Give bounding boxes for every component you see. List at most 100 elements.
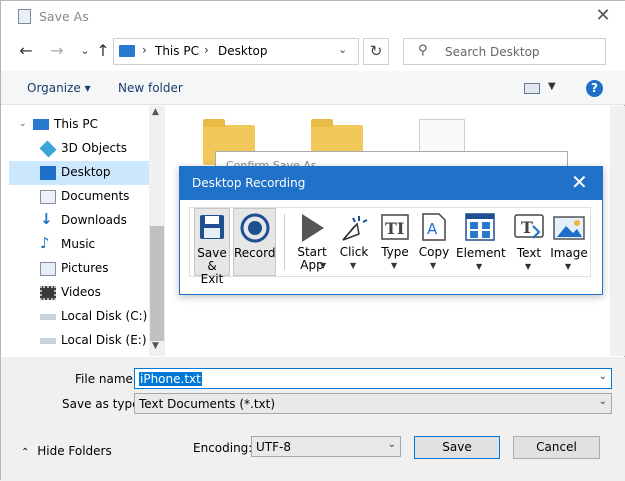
music-icon: ♪ (40, 234, 50, 252)
record-icon (240, 213, 269, 243)
notepad-icon (18, 9, 31, 24)
dropdown-arrow-icon[interactable]: ▼ (476, 262, 482, 271)
sidebar-item-3d-objects[interactable]: 3D Objects (9, 137, 149, 161)
type-button[interactable]: TI Type ▼ (377, 208, 413, 276)
expand-chevron-icon[interactable]: ⌄ (19, 119, 27, 129)
click-label: Click (339, 245, 369, 259)
copy-text-icon: A (422, 213, 446, 241)
chevron-up-icon: ⌃ (21, 447, 30, 458)
sidebar-item-this-pc[interactable]: ⌄ This PC (9, 113, 149, 137)
save-type-label: Save as type: (62, 397, 144, 411)
image-icon (553, 216, 585, 240)
sidebar-item-label: Local Disk (C:) (61, 309, 148, 323)
element-button[interactable]: Element ▼ (456, 208, 506, 276)
sidebar-scrollbar-thumb[interactable] (150, 226, 164, 341)
help-icon[interactable]: ? (586, 80, 603, 97)
sidebar-item-label: 3D Objects (61, 141, 128, 155)
floppy-icon (200, 215, 224, 239)
start-app-button[interactable]: Start App ▼ (292, 208, 332, 276)
file-list-scrollbar[interactable] (610, 106, 625, 356)
disk-icon (40, 314, 56, 320)
up-arrow-icon[interactable]: ↑ (93, 41, 113, 61)
save-type-select[interactable]: Text Documents (*.txt) ⌄ (134, 393, 612, 414)
svg-text:TI: TI (385, 219, 404, 238)
click-cursor-icon (342, 216, 368, 241)
desktop-icon (40, 166, 56, 180)
sidebar-item-music[interactable]: ♪ Music (9, 233, 149, 257)
breadcrumb-this-pc[interactable]: This PC (155, 44, 199, 58)
recorder-toolbar: Save & Exit Record Start App ▼ Click ▼ T… (189, 207, 591, 286)
close-icon[interactable]: ✕ (571, 171, 588, 193)
address-bar[interactable]: › This PC › Desktop ⌄ (113, 38, 359, 65)
chevron-down-icon[interactable]: ⌄ (338, 43, 347, 56)
close-icon[interactable]: ✕ (593, 5, 613, 27)
sidebar-item-desktop[interactable]: Desktop (9, 161, 149, 185)
type-label: Type (381, 245, 409, 259)
window-title: Save As (39, 9, 89, 24)
copy-button[interactable]: A Copy ▼ (416, 208, 452, 276)
navigation-pane: ⌄ This PC 3D Objects Desktop Documents ↓… (9, 106, 165, 356)
chevron-down-icon[interactable]: ⌄ (388, 439, 396, 450)
desktop-recording-window: Desktop Recording ✕ Save & Exit Record S… (179, 166, 603, 295)
copy-label: Copy (418, 245, 450, 259)
sidebar-item-label: Videos (61, 285, 101, 299)
search-box[interactable]: ⚲ Search Desktop (403, 38, 606, 65)
hide-folders-button[interactable]: ⌃ Hide Folders (21, 444, 112, 458)
sidebar-item-local-disk-e[interactable]: Local Disk (E:) (9, 329, 149, 353)
scroll-up-icon[interactable]: ▲ (152, 107, 159, 117)
new-folder-button[interactable]: New folder (118, 81, 183, 95)
encoding-value: UTF-8 (256, 440, 291, 454)
forward-arrow-icon[interactable]: → (47, 41, 67, 61)
dropdown-arrow-icon[interactable]: ▼ (391, 261, 397, 270)
disk-icon (40, 338, 56, 344)
cancel-button[interactable]: Cancel (513, 436, 600, 459)
image-label: Image (550, 246, 588, 260)
scroll-down-icon[interactable]: ▼ (152, 341, 159, 351)
chevron-down-icon[interactable]: ⌄ (599, 371, 607, 382)
file-name-field[interactable]: iPhone.txt ⌄ (134, 368, 612, 389)
chevron-down-icon[interactable]: ⌄ (599, 396, 607, 407)
sidebar-item-pictures[interactable]: Pictures (9, 257, 149, 281)
breadcrumb-separator[interactable]: › (204, 43, 209, 57)
breadcrumb-separator[interactable]: › (142, 43, 147, 57)
sidebar-item-documents[interactable]: Documents (9, 185, 149, 209)
chevron-down-icon[interactable]: ▼ (548, 81, 556, 92)
search-placeholder[interactable]: Search Desktop (445, 45, 540, 59)
dropdown-arrow-icon[interactable]: ▼ (320, 261, 326, 270)
sidebar-item-label: Downloads (61, 213, 127, 227)
encoding-label: Encoding: (193, 441, 253, 455)
save-exit-button[interactable]: Save & Exit (194, 208, 230, 286)
recorder-title-bar: Desktop Recording ✕ (180, 167, 602, 200)
dropdown-arrow-icon[interactable]: ▼ (430, 261, 436, 270)
sidebar-item-label: Pictures (61, 261, 109, 275)
click-button[interactable]: Click ▼ (336, 208, 372, 276)
sidebar-item-videos[interactable]: Videos (9, 281, 149, 305)
play-icon (302, 214, 324, 242)
organize-button[interactable]: Organize ▾ (27, 81, 91, 95)
refresh-icon[interactable]: ↻ (363, 38, 389, 65)
svg-text:A: A (427, 220, 438, 238)
sidebar-item-downloads[interactable]: ↓ Downloads (9, 209, 149, 233)
view-options-icon[interactable] (524, 83, 540, 94)
file-name-label: File name: (75, 372, 137, 386)
encoding-select[interactable]: UTF-8 ⌄ (251, 436, 401, 457)
text-button[interactable]: T Text ▼ (508, 208, 550, 276)
save-button[interactable]: Save (414, 436, 500, 459)
dropdown-arrow-icon[interactable]: ▼ (525, 262, 531, 271)
save-form: File name: iPhone.txt ⌄ Save as type: Te… (1, 357, 625, 481)
breadcrumb-desktop[interactable]: Desktop (218, 44, 268, 58)
sidebar-item-label: This PC (54, 117, 98, 131)
documents-icon (40, 190, 56, 204)
sidebar-item-label: Documents (61, 189, 130, 203)
title-bar: Save As ✕ (1, 1, 625, 33)
element-label: Element (456, 246, 506, 260)
record-button[interactable]: Record (233, 208, 276, 276)
file-name-value[interactable]: iPhone.txt (139, 372, 202, 386)
dropdown-arrow-icon[interactable]: ▼ (350, 261, 356, 270)
record-label: Record (234, 246, 276, 260)
sidebar-item-local-disk-c[interactable]: Local Disk (C:) (9, 305, 149, 329)
recent-dropdown-icon[interactable]: ⌄ (75, 41, 95, 61)
dropdown-arrow-icon[interactable]: ▼ (565, 262, 571, 271)
image-button[interactable]: Image ▼ (550, 208, 588, 276)
back-arrow-icon[interactable]: ← (16, 41, 36, 61)
